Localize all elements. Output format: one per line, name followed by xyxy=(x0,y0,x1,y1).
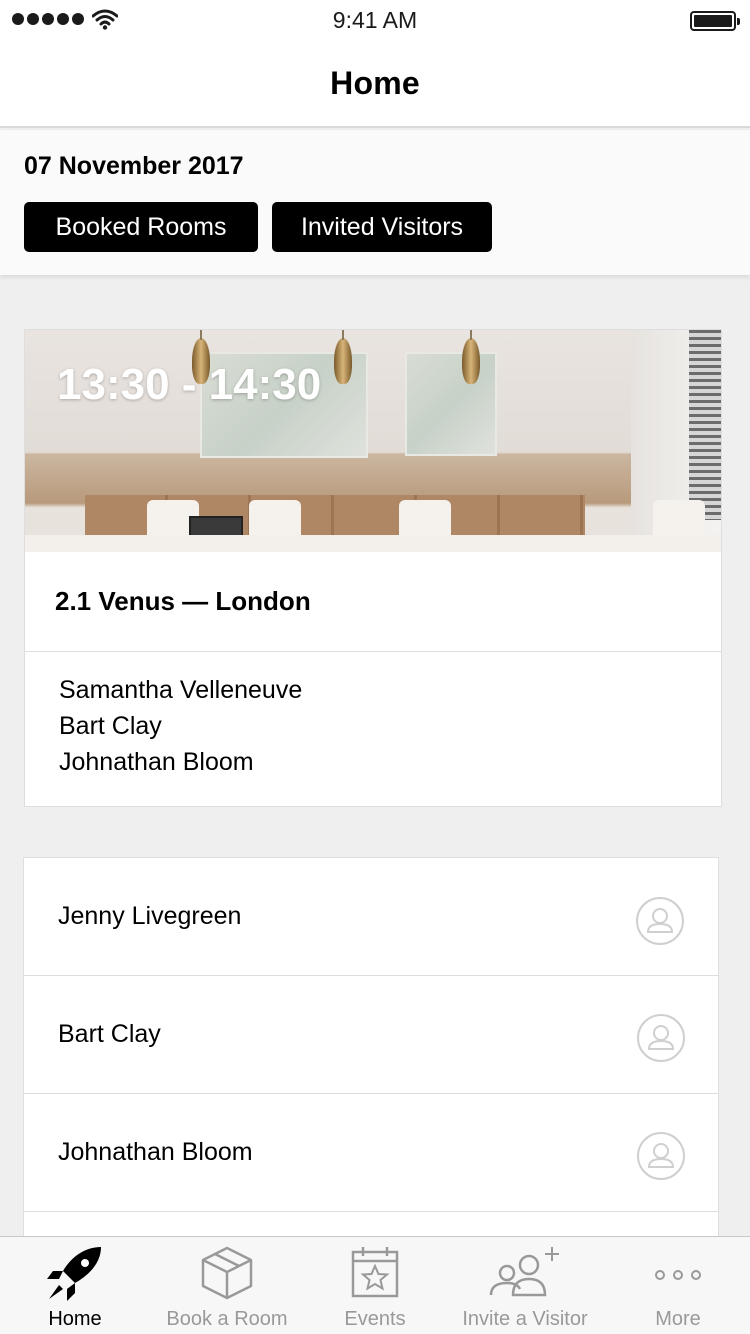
navigation-bar: Home xyxy=(0,40,750,128)
tab-events[interactable]: Events xyxy=(330,1237,420,1334)
user-circle-icon[interactable] xyxy=(635,896,685,946)
attendee-list: Samantha Velleneuve Bart Clay Johnathan … xyxy=(25,652,721,780)
list-item[interactable]: Bart Clay xyxy=(24,976,718,1094)
user-circle-icon[interactable] xyxy=(636,1013,686,1063)
tab-bar: Home Book a Room Events Invite a Visitor xyxy=(0,1236,750,1334)
list-item[interactable]: Johnathan Bloom xyxy=(24,1094,718,1212)
visitor-name: Johnathan Bloom xyxy=(58,1138,253,1166)
more-dots-icon xyxy=(655,1270,701,1280)
booking-time: 13:30 - 14:30 xyxy=(57,360,322,409)
status-time: 9:41 AM xyxy=(332,7,418,33)
tab-label: More xyxy=(655,1308,701,1330)
visitor-name: Jenny Livegreen xyxy=(58,902,242,930)
attendee-name: Bart Clay xyxy=(59,712,162,740)
booking-card[interactable]: 13:30 - 14:30 2.1 Venus — London Samanth… xyxy=(24,329,722,807)
room-photo: 13:30 - 14:30 xyxy=(25,330,721,552)
tab-more[interactable]: More xyxy=(630,1237,726,1334)
visitor-name: Bart Clay xyxy=(58,1020,161,1048)
tab-label: Invite a Visitor xyxy=(462,1308,588,1330)
room-name: 2.1 Venus — London xyxy=(25,552,721,652)
list-item[interactable]: Jenny Livegreen xyxy=(24,858,718,976)
attendee-name: Samantha Velleneuve xyxy=(59,676,303,704)
tab-label: Book a Room xyxy=(166,1308,288,1330)
date-label: 07 November 2017 xyxy=(24,152,244,180)
tab-book-a-room[interactable]: Book a Room xyxy=(160,1237,294,1334)
calendar-star-icon xyxy=(351,1247,399,1298)
booked-rooms-button[interactable]: Booked Rooms xyxy=(24,202,258,252)
visitor-list: Jenny Livegreen Bart Clay Johnathan Bloo… xyxy=(23,857,719,1277)
cube-icon xyxy=(201,1246,253,1300)
page-title: Home xyxy=(330,64,420,101)
battery-icon xyxy=(690,11,740,31)
rocket-icon xyxy=(47,1247,101,1301)
tab-label: Events xyxy=(344,1308,406,1330)
tab-home[interactable]: Home xyxy=(15,1237,135,1334)
status-bar: 9:41 AM xyxy=(0,0,750,40)
invited-visitors-button[interactable]: Invited Visitors xyxy=(272,202,492,252)
filter-header: 07 November 2017 Booked Rooms Invited Vi… xyxy=(0,130,750,275)
tab-invite-a-visitor[interactable]: Invite a Visitor xyxy=(455,1237,595,1334)
tab-label: Home xyxy=(48,1308,102,1330)
user-circle-icon[interactable] xyxy=(636,1131,686,1181)
add-people-icon xyxy=(489,1247,559,1297)
attendee-name: Johnathan Bloom xyxy=(59,748,254,776)
